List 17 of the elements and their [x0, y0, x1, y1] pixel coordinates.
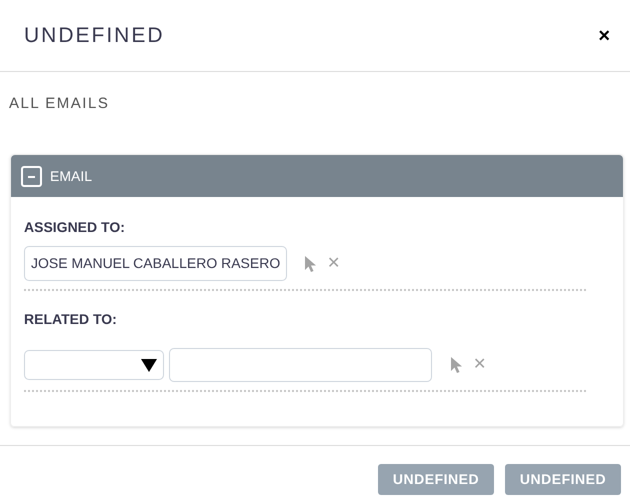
panel-title: EMAIL: [50, 166, 92, 186]
action-button[interactable]: UNDEFINED: [378, 464, 494, 495]
collapse-toggle[interactable]: [21, 166, 42, 186]
related-to-field[interactable]: [169, 348, 432, 382]
close-button[interactable]: ×: [598, 26, 610, 46]
dropdown-icon: [141, 358, 157, 372]
field-label: RELATED TO:: [24, 310, 118, 329]
pointer-icon[interactable]: [303, 254, 318, 272]
assigned-to-field[interactable]: JOSE MANUEL CABALLERO RASERO: [24, 246, 288, 281]
section-title: ALL EMAILS: [9, 95, 110, 112]
clear-button[interactable]: ✕: [473, 357, 486, 373]
type-select[interactable]: [24, 350, 164, 380]
pointer-icon[interactable]: [449, 356, 463, 374]
action-button[interactable]: UNDEFINED: [505, 464, 621, 495]
field-label: ASSIGNED TO:: [24, 218, 126, 237]
dialog-title: UNDEFINED: [24, 22, 165, 49]
clear-button[interactable]: ✕: [327, 256, 340, 272]
